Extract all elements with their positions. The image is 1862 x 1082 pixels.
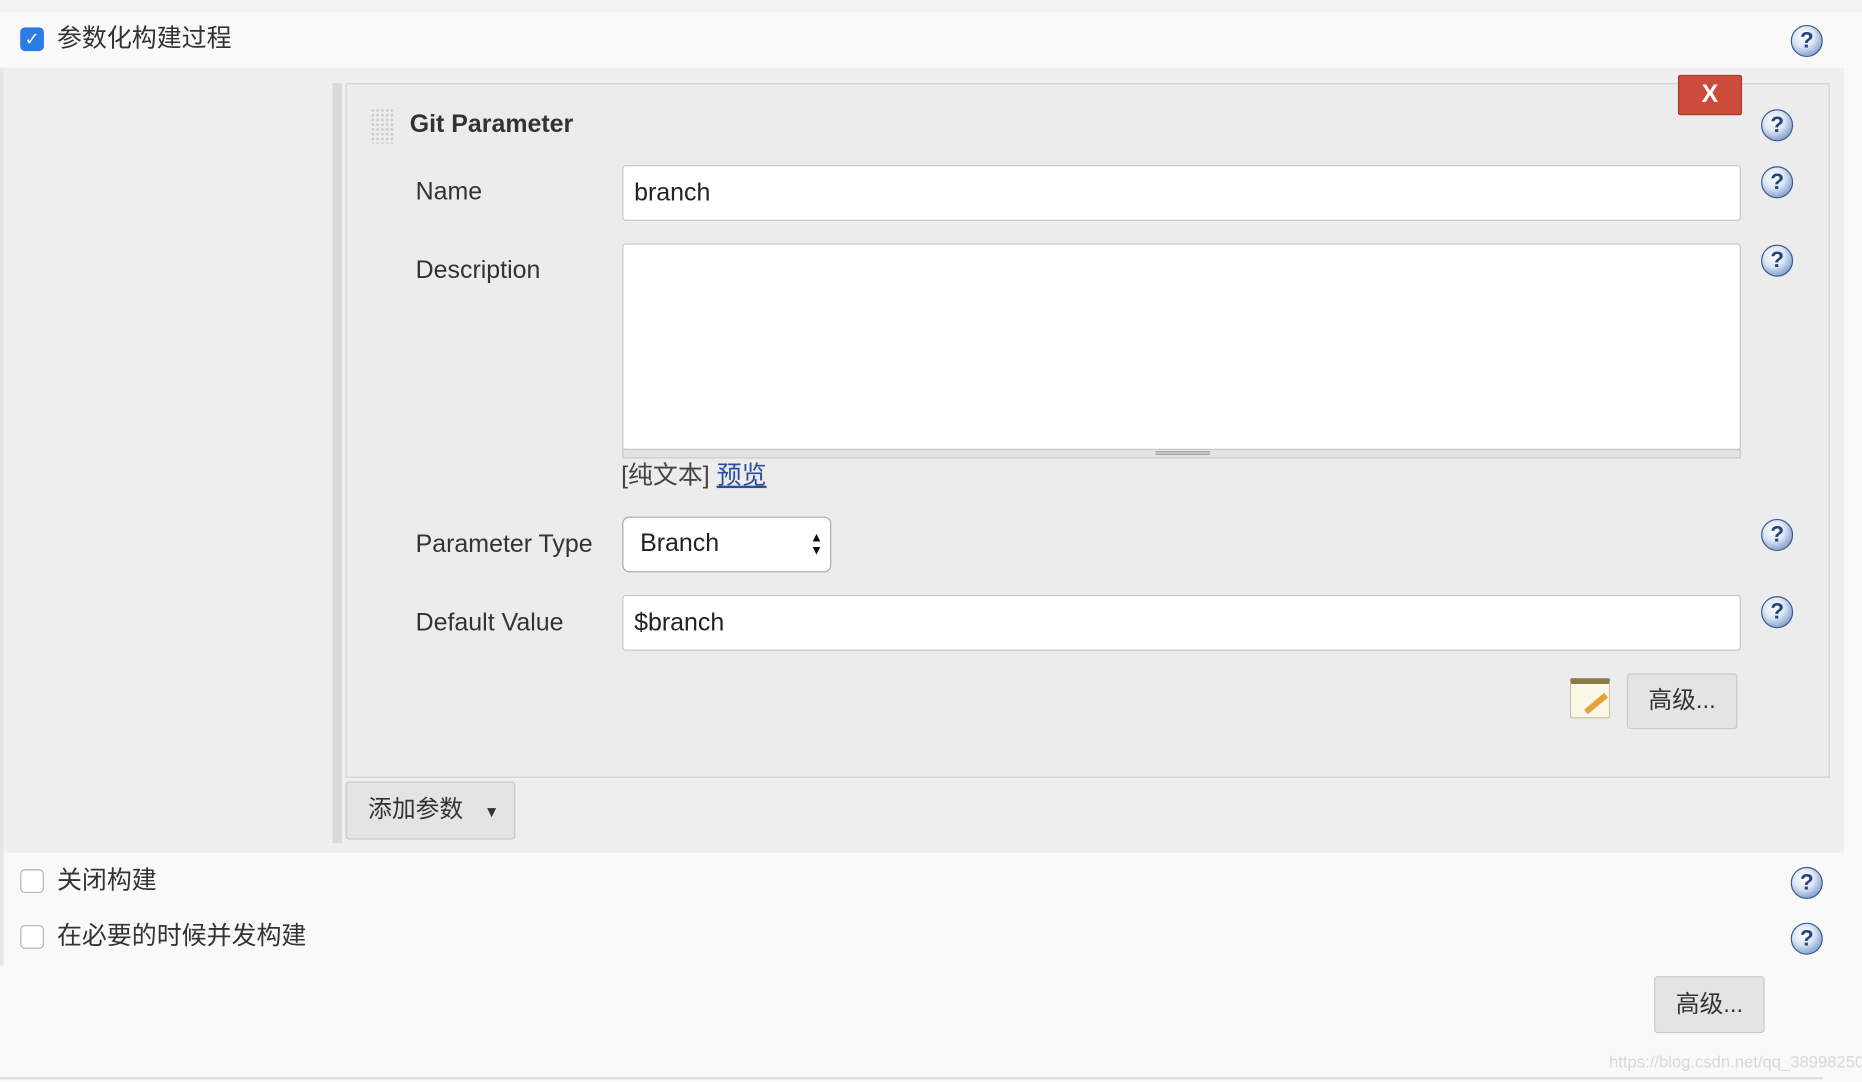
drag-handle-icon[interactable] [370,108,395,144]
disable-build-label: 关闭构建 [57,866,157,895]
help-icon[interactable]: ? [1761,518,1794,551]
dropdown-caret-icon: ▼ [483,802,500,821]
advanced-button[interactable]: 高级... [1654,976,1765,1034]
add-parameter-button[interactable]: 添加参数 ▼ [345,781,516,840]
plain-text-label: [纯文本] [621,461,710,490]
concurrent-build-label: 在必要的时候并发构建 [57,922,307,950]
parameter-type-value: Branch [640,529,720,557]
bottom-divider [0,1077,1823,1080]
disable-build-checkbox[interactable] [20,869,44,893]
advanced-parameter-button[interactable]: 高级... [1626,673,1738,730]
notepad-icon[interactable] [1569,678,1611,719]
parameter-type-label: Parameter Type [415,530,593,559]
help-icon[interactable]: ? [1761,244,1794,277]
job-config-section: ✓ 参数化构建过程 ? Git Parameter X ? Name ? Des… [0,0,1862,1082]
top-strip [0,0,1862,12]
name-input[interactable] [622,165,1741,221]
default-value-label: Default Value [415,609,564,637]
name-label: Name [415,178,483,206]
markup-format: [纯文本] 预览 [621,462,766,491]
help-icon[interactable]: ? [1790,24,1823,57]
description-textarea[interactable] [622,243,1741,451]
default-value-input[interactable] [622,594,1741,651]
delete-parameter-button[interactable]: X [1677,74,1743,116]
concurrent-build-checkbox[interactable] [20,925,44,949]
description-label: Description [415,256,541,284]
add-parameter-label: 添加参数 [368,796,464,823]
preview-link[interactable]: 预览 [717,462,767,489]
help-icon[interactable]: ? [1790,866,1823,899]
watermark: https://blog.csdn.net/qq_38998250 [1609,1052,1862,1072]
textarea-resize-bar[interactable] [622,448,1741,459]
help-icon[interactable]: ? [1761,166,1794,199]
parameterized-checkbox[interactable]: ✓ [20,27,44,52]
select-arrows-icon: ▲ ▼ [810,530,823,559]
pencil-icon [1584,692,1608,715]
grip-icon [1155,451,1211,455]
help-icon[interactable]: ? [1790,922,1823,955]
git-parameter-title: Git Parameter [409,110,574,138]
nesting-bar [332,83,342,844]
parameterized-label: 参数化构建过程 [57,24,232,53]
help-icon[interactable]: ? [1761,596,1794,629]
help-icon[interactable]: ? [1761,109,1794,142]
parameter-type-select[interactable]: Branch ▲ ▼ [622,516,832,573]
